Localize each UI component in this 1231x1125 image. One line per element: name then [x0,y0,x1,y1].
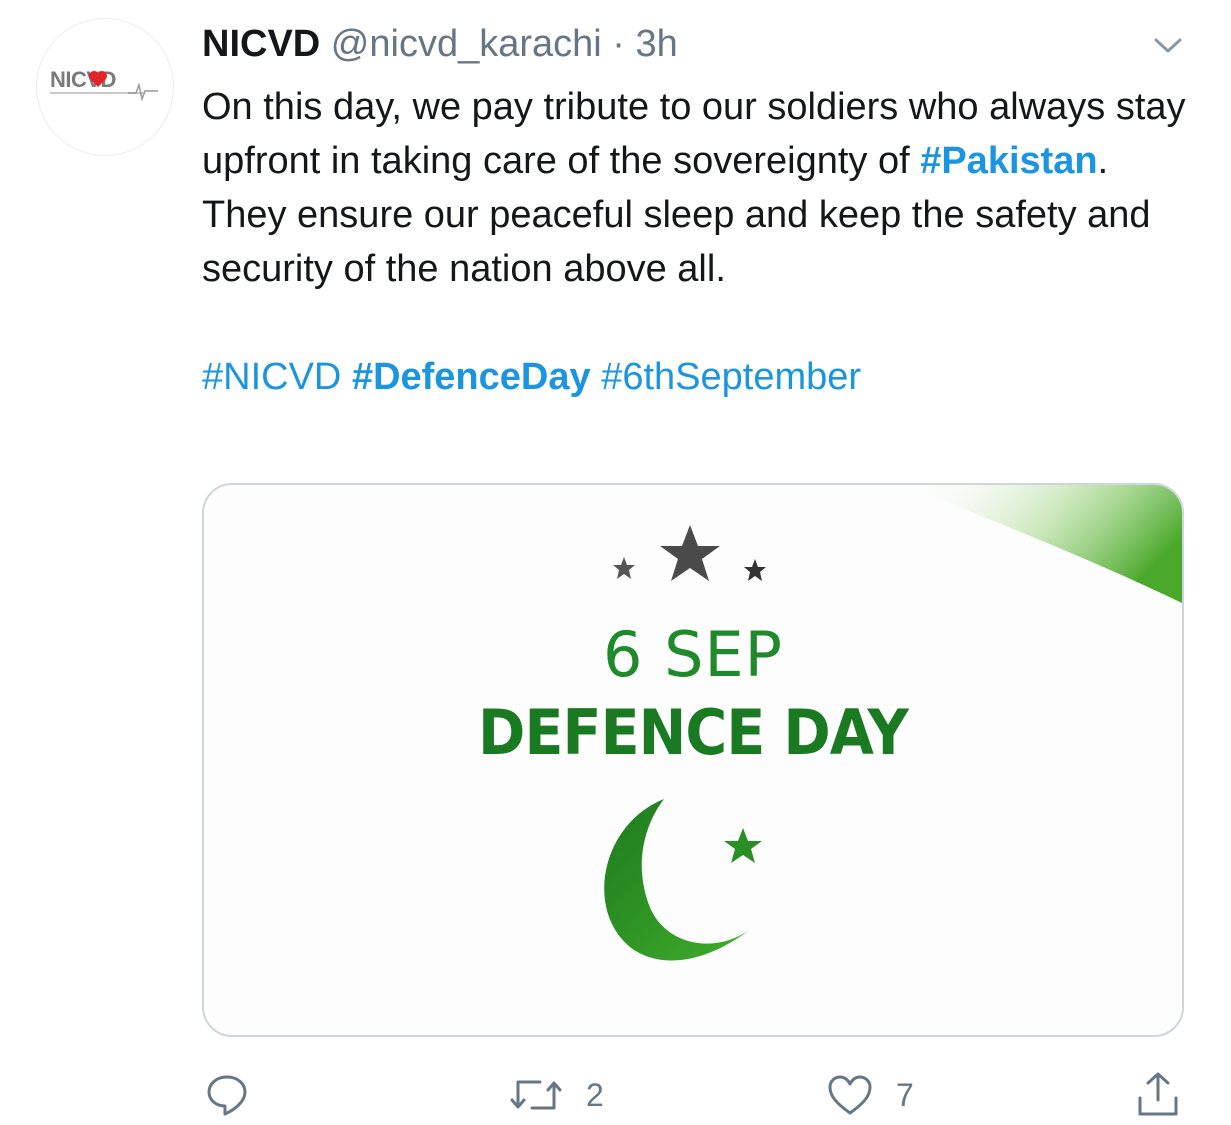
action-bar: 2 7 [0,1068,1231,1118]
share-icon [1138,1072,1178,1116]
media-title-text: DEFENCE DAY [478,696,909,769]
author-handle[interactable]: @nicvd_karachi [331,23,602,65]
hashtag-defenceday[interactable]: #DefenceDay [352,356,591,398]
like-button[interactable]: 7 [826,1072,914,1118]
heart-icon [828,1075,872,1115]
small-star-left-icon [613,557,635,579]
hashtag-6thseptember[interactable]: #6thSeptember [601,356,861,398]
retweet-button[interactable]: 2 [508,1072,604,1118]
nicvd-logo-icon: NICVD [50,67,160,107]
media-date-text: 6 SEP [602,618,784,691]
share-button[interactable] [1134,1070,1182,1118]
small-star-right-icon [744,559,766,581]
reply-icon [207,1075,247,1116]
retweet-icon [510,1080,562,1110]
heart-logo-icon [89,71,107,87]
flag-swoosh [904,485,1182,604]
stars-group [613,525,766,581]
tweet-body: On this day, we pay tribute to our soldi… [202,80,1202,296]
crescent-icon [604,799,749,961]
chevron-down-icon[interactable] [1148,30,1188,60]
timestamp[interactable]: 3h [636,23,678,65]
large-star-icon [660,525,720,581]
tweet-header: NICVD @nicvd_karachi · 3h [202,22,678,66]
author-name[interactable]: NICVD [202,23,320,65]
hashtag-pakistan[interactable]: #Pakistan [920,140,1097,182]
reply-button[interactable] [204,1072,250,1118]
like-count: 7 [896,1076,914,1113]
avatar[interactable]: NICVD [36,18,174,156]
pulse-icon [128,82,158,101]
retweet-count: 2 [586,1076,604,1113]
hashtag-line: #NICVD #DefenceDay #6thSeptember [202,350,1202,404]
hashtag-nicvd[interactable]: #NICVD [202,356,341,398]
separator-dot: · [612,23,625,65]
tweet-text: On this day, we pay tribute to our soldi… [202,80,1202,404]
crescent-star-icon [724,828,762,863]
